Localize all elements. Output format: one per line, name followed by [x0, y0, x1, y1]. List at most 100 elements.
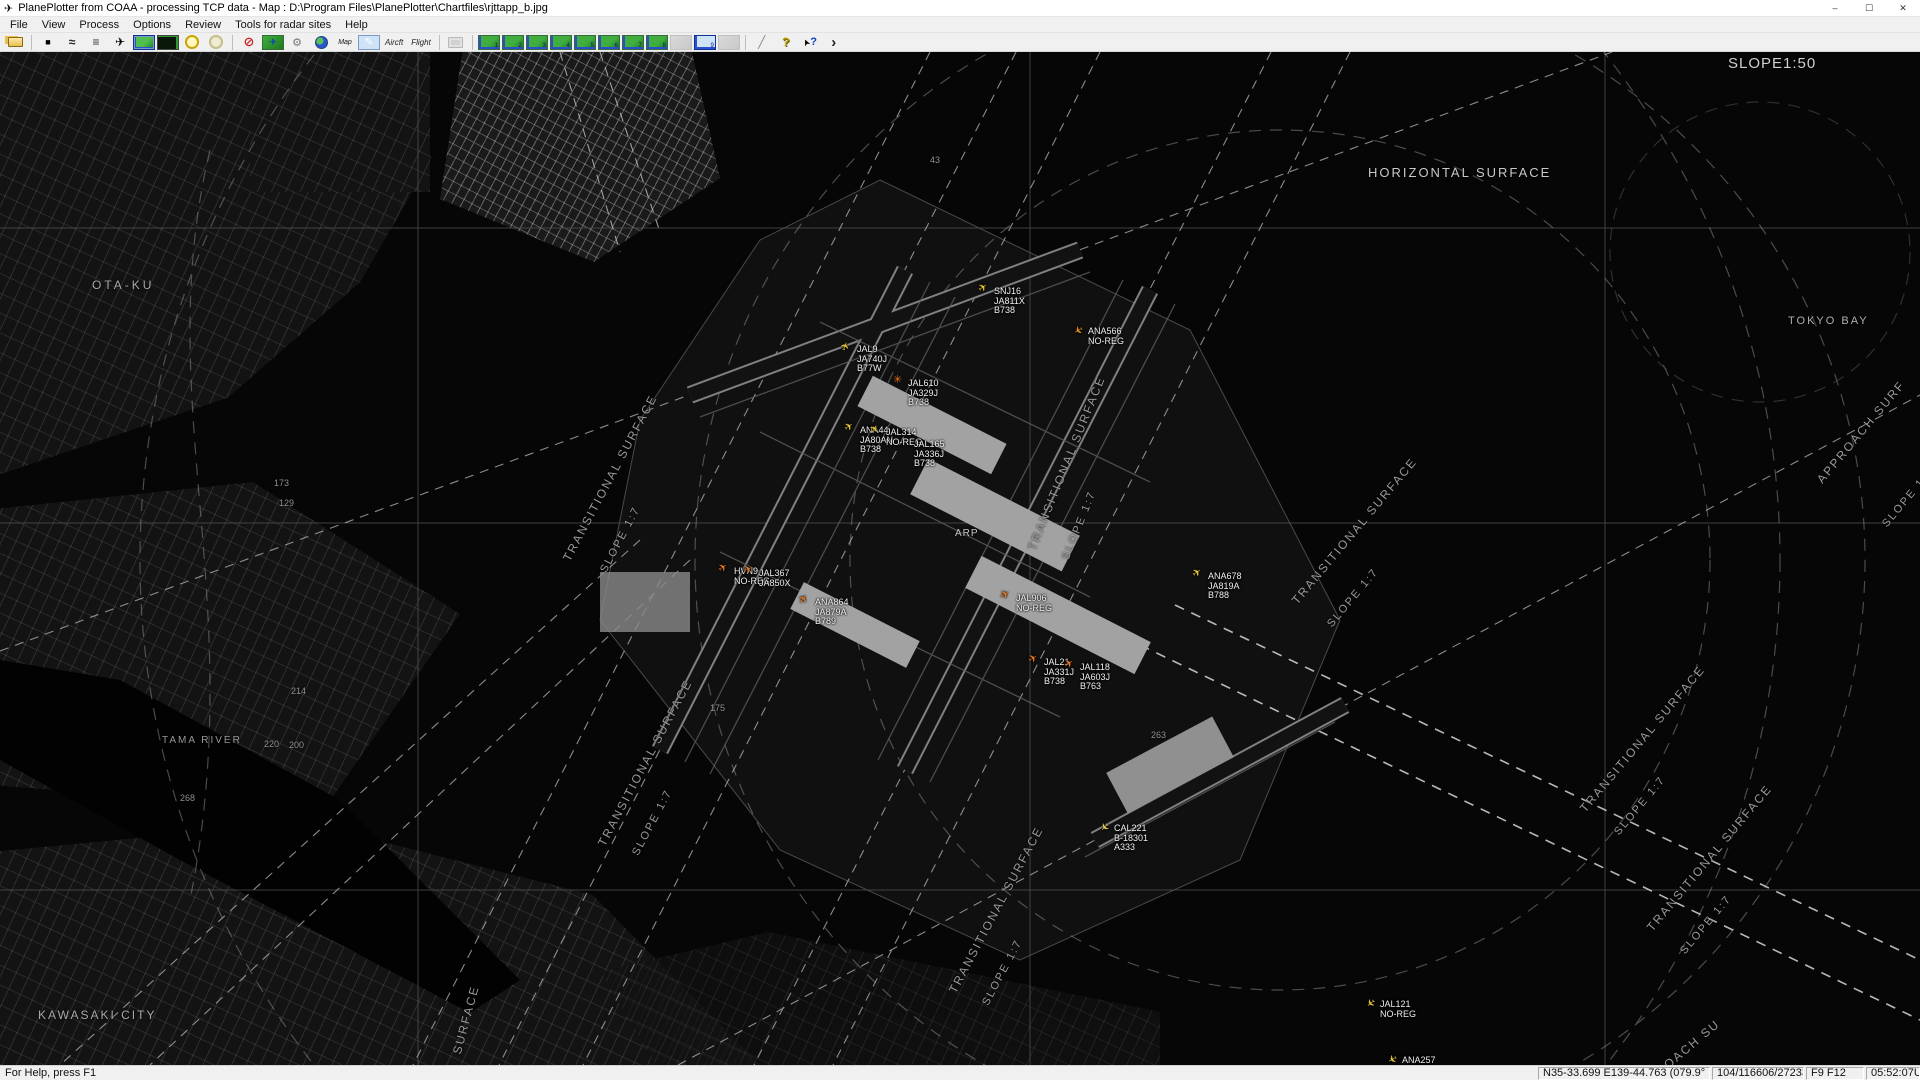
status-function-keys: F9 F12	[1806, 1067, 1864, 1080]
map-button[interactable]	[334, 34, 356, 51]
toolbar-separator	[31, 35, 32, 50]
stop-processing-button[interactable]	[37, 34, 59, 51]
app-icon: ✈	[4, 2, 13, 15]
title-bar: ✈ PlanePlotter from COAA - processing TC…	[0, 0, 1920, 17]
aircraft-jal118[interactable]: ✈JAL118JA603JB763	[1068, 663, 1110, 692]
menu-item-options[interactable]: Options	[126, 17, 178, 32]
menu-item-view[interactable]: View	[35, 17, 73, 32]
map-label: 263	[1151, 730, 1166, 740]
aircraft-jal367[interactable]: ✈JAL367JA850X	[747, 569, 791, 588]
mute-alerts-button[interactable]	[238, 34, 260, 51]
map-preset-4-button[interactable]: 4	[550, 35, 572, 50]
signal-display-button[interactable]	[61, 34, 83, 51]
maximize-button[interactable]: ☐	[1852, 0, 1886, 16]
window-title: PlanePlotter from COAA - processing TCP …	[18, 2, 548, 14]
map-preset-3-button[interactable]: 3	[526, 35, 548, 50]
aircraft-jal906[interactable]: ✈JAL906NO-REG	[1004, 594, 1052, 613]
map-label: HORIZONTAL SURFACE	[1368, 165, 1551, 180]
aircraft-jal9[interactable]: ✈JAL9JA740JB77W	[845, 345, 887, 374]
aircraft-list-button[interactable]: Aircft	[382, 34, 406, 51]
toolbar-separator	[472, 35, 473, 50]
aircraft-ana566[interactable]: ✈ANA566NO-REG	[1076, 327, 1124, 346]
open-file-button[interactable]	[4, 34, 26, 51]
status-utc-time: 05:52:07UTC	[1866, 1067, 1920, 1080]
map-label: KAWASAKI CITY	[38, 1008, 156, 1022]
toolbar: AircftFlight 12345678 9	[0, 32, 1920, 52]
snapshot-button	[445, 34, 467, 51]
minimize-button[interactable]: –	[1818, 0, 1852, 16]
aircraft-label-text: ANA566NO-REG	[1088, 327, 1124, 346]
aircraft-label-text: ANA257	[1402, 1056, 1436, 1065]
map-label: 214	[291, 686, 306, 696]
map-preset-8-button[interactable]: 8	[646, 35, 668, 50]
map-label: 129	[279, 498, 294, 508]
map-label: 268	[180, 793, 195, 803]
map-label: 175	[710, 703, 725, 713]
world-map-button[interactable]	[310, 34, 332, 51]
radar-view-button[interactable]	[157, 35, 179, 50]
aircraft-ana257[interactable]: ✈ANA257	[1390, 1056, 1436, 1065]
aircraft-label-text: CAL221B-18301A333	[1114, 824, 1148, 853]
status-counters: 104/116606/27233	[1712, 1067, 1804, 1080]
aircraft-label-text: JAL165JA336JB738	[914, 440, 945, 469]
map-label: 200	[289, 740, 304, 750]
toolbar-separator	[232, 35, 233, 50]
aircraft-snj16[interactable]: ✈SNJ16JA811XB738	[982, 287, 1025, 316]
aircraft-label-text: ANA864JA879AB789	[815, 598, 849, 627]
map-preset-2-button[interactable]: 2	[502, 35, 524, 50]
aircraft-label-text: JAL121NO-REG	[1380, 1000, 1416, 1019]
aircraft-jal165[interactable]: JAL165JA336JB738	[902, 440, 945, 469]
close-button[interactable]: ✕	[1886, 0, 1920, 16]
menu-bar: FileViewProcessOptionsReviewTools for ra…	[0, 17, 1920, 32]
status-help: For Help, press F1	[0, 1067, 1536, 1080]
aircraft-label-text: ANA678JA819AB788	[1208, 572, 1242, 601]
tools-button[interactable]	[286, 34, 308, 51]
chart-view-button[interactable]	[133, 35, 155, 50]
chart-linework	[0, 52, 1920, 1065]
tama-river-shape	[0, 660, 520, 1013]
flight-list-button[interactable]: Flight	[408, 34, 434, 51]
aircraft-jal121[interactable]: ✈JAL121NO-REG	[1368, 1000, 1416, 1019]
menu-item-help[interactable]: Help	[338, 17, 375, 32]
draw-line-button[interactable]	[751, 34, 773, 51]
map-label: SLOPE1:50	[1728, 55, 1816, 72]
map-label: OTA-KU	[92, 278, 154, 292]
aircraft-cal221[interactable]: ✈CAL221B-18301A333	[1102, 824, 1148, 853]
aircraft-label-text: JAL610JA329JB738	[908, 379, 939, 408]
menu-item-tools-for-radar-sites[interactable]: Tools for radar sites	[228, 17, 338, 32]
map-preset-9-button	[670, 35, 692, 50]
menu-item-file[interactable]: File	[3, 17, 35, 32]
aircraft-ana864[interactable]: ✈ANA864JA879AB789	[803, 598, 849, 627]
chart-edit-button[interactable]	[358, 35, 380, 50]
map-label: TOKYO BAY	[1788, 315, 1869, 327]
aircraft-view-button[interactable]	[109, 34, 131, 51]
map-preset-1-button[interactable]: 1	[478, 35, 500, 50]
message-levels-button[interactable]	[85, 34, 107, 51]
help-button[interactable]	[775, 34, 797, 51]
chart-map[interactable]: SLOPE1:50 HORIZONTAL SURFACE TOKYO BAY OTA-…	[0, 52, 1920, 1065]
aircraft-label-text: JAL906NO-REG	[1016, 594, 1052, 613]
menu-item-process[interactable]: Process	[72, 17, 126, 32]
window-controls: – ☐ ✕	[1818, 0, 1920, 16]
map-preset-10-button[interactable]: 9	[694, 35, 716, 50]
map-preset-6-button[interactable]: 6	[598, 35, 620, 50]
map-preset-5-button[interactable]: 5	[574, 35, 596, 50]
alert-active-button[interactable]	[181, 34, 203, 51]
map-label: 173	[274, 478, 289, 488]
context-help-button[interactable]	[799, 34, 821, 51]
map-label: 220	[264, 739, 279, 749]
aircraft-jal610[interactable]: ✳JAL610JA329JB738	[896, 379, 939, 408]
aircraft-label-text: SNJ16JA811XB738	[994, 287, 1025, 316]
aircraft-label-text: JAL367JA850X	[759, 569, 791, 588]
share-chart-button[interactable]	[262, 35, 284, 50]
map-label: ARP	[955, 528, 979, 539]
map-label: 43	[930, 155, 940, 165]
aircraft-ana678[interactable]: ✈ANA678JA819AB788	[1196, 572, 1242, 601]
status-bar: For Help, press F1 N35-33.699 E139-44.76…	[0, 1065, 1920, 1080]
menu-item-review[interactable]: Review	[178, 17, 228, 32]
toolbar-separator	[745, 35, 746, 50]
map-label: TAMA RIVER	[162, 735, 242, 746]
expand-toolbar-button[interactable]	[823, 34, 845, 51]
map-preset-7-button[interactable]: 7	[622, 35, 644, 50]
alert-idle-button[interactable]	[205, 34, 227, 51]
